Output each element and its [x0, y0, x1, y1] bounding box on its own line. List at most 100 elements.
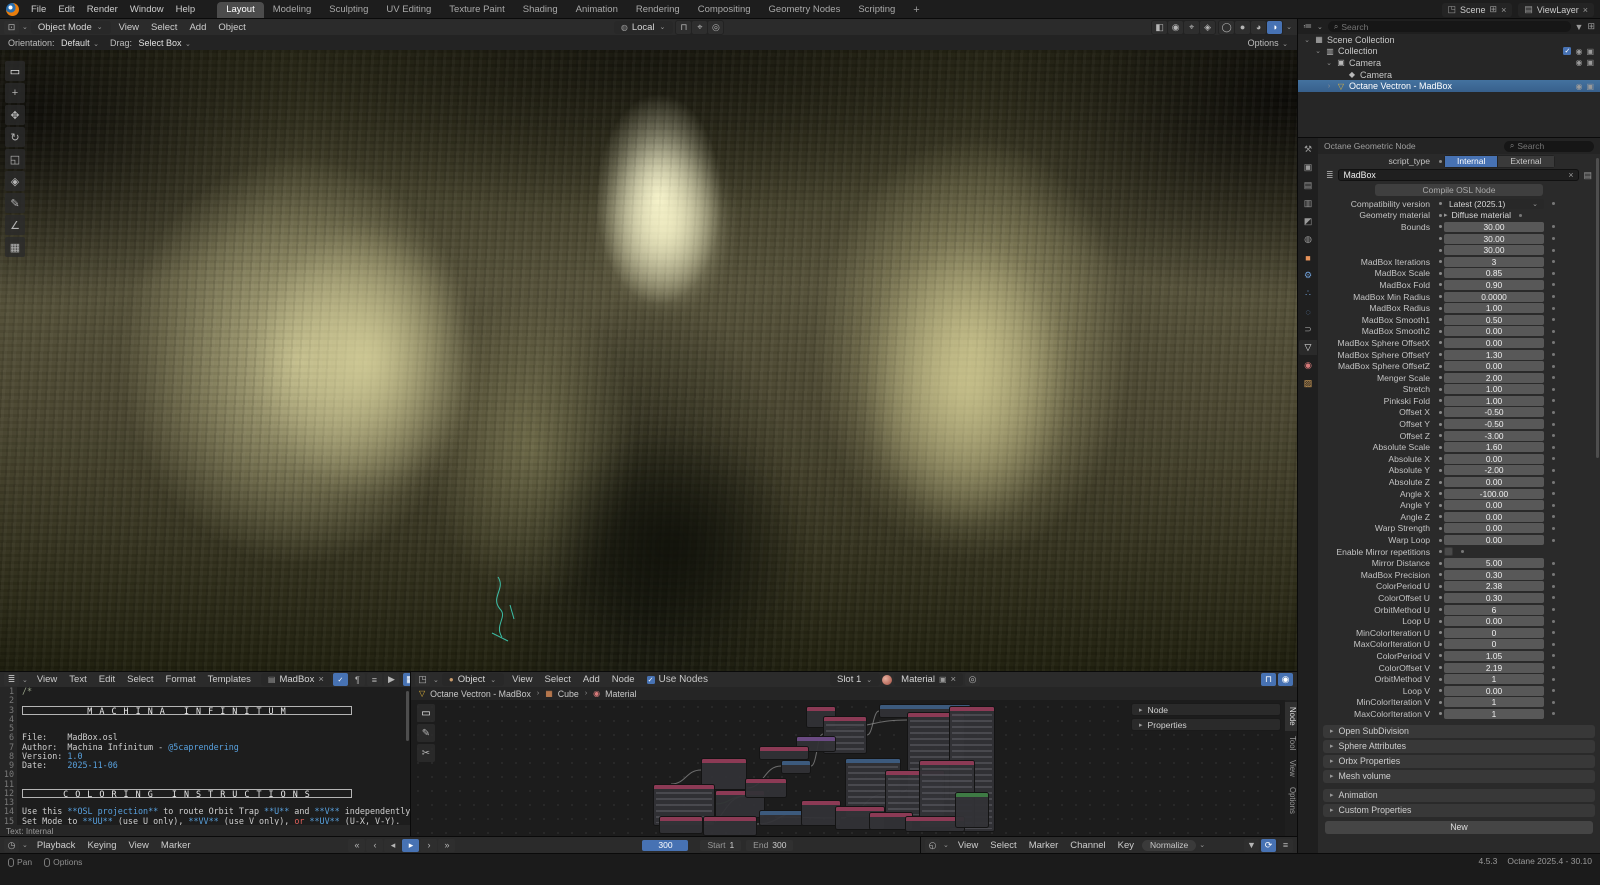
section-orbx-properties[interactable]: ▸Orbx Properties: [1323, 755, 1595, 768]
workspace-tab-geometry-nodes[interactable]: Geometry Nodes: [760, 2, 850, 19]
keyframe-decorator[interactable]: [1544, 701, 1562, 704]
annotate-icon[interactable]: ✎: [417, 724, 435, 742]
properties-tab-world[interactable]: ◍: [1299, 232, 1317, 247]
sidebar-tab-view[interactable]: View: [1285, 755, 1297, 782]
new-scene-icon[interactable]: ⊞: [1490, 4, 1498, 15]
node-menu-node[interactable]: Node: [606, 674, 641, 685]
keyframe-decorator[interactable]: [1544, 573, 1562, 576]
viewport-menu-object[interactable]: Object: [212, 22, 251, 33]
render-viewport-canvas[interactable]: [0, 50, 1297, 671]
filter-icon[interactable]: ▼: [1575, 22, 1584, 32]
jump-end-icon[interactable]: »: [438, 839, 455, 852]
property-value-field[interactable]: 0.90: [1444, 280, 1544, 290]
topbar-menu-help[interactable]: Help: [170, 4, 202, 15]
viewlayer-selector[interactable]: ▤ ViewLayer ×: [1518, 3, 1594, 17]
section-mesh-volume[interactable]: ▸Mesh volume: [1323, 770, 1595, 783]
knife-icon[interactable]: ✂: [417, 744, 435, 762]
editor-type-icon[interactable]: ⊡: [4, 21, 19, 34]
keyframe-decorator[interactable]: [1544, 272, 1562, 275]
run-script-button[interactable]: ▶: [384, 673, 399, 686]
annotate-icon[interactable]: ✎: [5, 193, 25, 213]
keyframe-decorator[interactable]: [1544, 423, 1562, 426]
outliner-row[interactable]: ⌄▣Camera◉▣: [1298, 57, 1600, 69]
word-wrap-icon[interactable]: ¶: [350, 673, 365, 686]
keyframe-decorator[interactable]: [1544, 260, 1562, 263]
text-menu-templates[interactable]: Templates: [202, 674, 257, 685]
wireframe-icon[interactable]: ◯: [1219, 21, 1234, 34]
property-value-field[interactable]: 0.00: [1444, 454, 1544, 464]
text-menu-select[interactable]: Select: [121, 674, 159, 685]
property-value-field[interactable]: 30.00: [1444, 222, 1544, 232]
property-value-field[interactable]: -0.50: [1444, 419, 1544, 429]
property-value-field[interactable]: 0.85: [1444, 268, 1544, 278]
property-value-field[interactable]: 0.00: [1444, 523, 1544, 533]
property-value-field[interactable]: 5.00: [1444, 558, 1544, 568]
proportional-icon[interactable]: ◎: [708, 21, 723, 34]
timeline-menu-view[interactable]: View: [123, 840, 155, 851]
property-value-field[interactable]: -100.00: [1444, 489, 1544, 499]
magnet-icon[interactable]: ⊓: [676, 21, 691, 34]
dopesheet-menu-key[interactable]: Key: [1112, 840, 1140, 851]
property-value-field[interactable]: 0.00: [1444, 535, 1544, 545]
measure-icon[interactable]: ∠: [5, 215, 25, 235]
checkbox-checked-icon[interactable]: ✓: [1563, 47, 1571, 55]
use-nodes-checkbox[interactable]: ✓ Use Nodes: [647, 674, 708, 685]
property-value-field[interactable]: 2.19: [1444, 663, 1544, 673]
shader-type-selector[interactable]: ● Object ⌄: [442, 673, 504, 686]
prev-keyframe-icon[interactable]: ‹: [366, 839, 383, 852]
section-open-subdivision[interactable]: ▸Open SubDivision: [1323, 725, 1595, 738]
osl-name-field[interactable]: MadBox ×: [1338, 169, 1580, 181]
keyframe-decorator[interactable]: [1544, 446, 1562, 449]
remove-viewlayer-icon[interactable]: ×: [1583, 5, 1588, 15]
shader-node[interactable]: [759, 810, 803, 826]
keyframe-decorator[interactable]: [1544, 411, 1562, 414]
keyframe-decorator[interactable]: [1544, 388, 1562, 391]
gizmos-icon[interactable]: ⌖: [1184, 21, 1199, 34]
hide-viewport-eye-icon[interactable]: ◉: [1575, 47, 1582, 56]
new-collection-icon[interactable]: ⊞: [1587, 21, 1595, 32]
sidebar-tab-tool[interactable]: Tool: [1285, 731, 1297, 755]
properties-tab-view-layer[interactable]: ▥: [1299, 196, 1317, 211]
overlays-icon[interactable]: ◉: [1168, 21, 1183, 34]
property-value-field[interactable]: 30.00: [1444, 245, 1544, 255]
next-keyframe-icon[interactable]: ›: [420, 839, 437, 852]
disable-render-camera-icon[interactable]: ▣: [1586, 47, 1594, 56]
property-value-field[interactable]: -3.00: [1444, 431, 1544, 441]
play-icon[interactable]: ▸: [402, 839, 419, 852]
property-value-field[interactable]: 30.00: [1444, 234, 1544, 244]
workspace-tab-texture-paint[interactable]: Texture Paint: [440, 2, 513, 19]
properties-search[interactable]: ⌕: [1504, 141, 1594, 152]
node-menu-add[interactable]: Add: [577, 674, 606, 685]
keyframe-decorator[interactable]: [1544, 678, 1562, 681]
properties-tab-object[interactable]: ■: [1299, 250, 1317, 265]
blender-logo-icon[interactable]: [6, 3, 19, 16]
keyframe-decorator[interactable]: [1544, 712, 1562, 715]
properties-tab-render[interactable]: ▣: [1299, 160, 1317, 175]
sidebar-tab-options[interactable]: Options: [1285, 782, 1297, 819]
keyframe-decorator[interactable]: [1544, 527, 1562, 530]
property-value-field[interactable]: 1: [1444, 697, 1544, 707]
text-menu-edit[interactable]: Edit: [93, 674, 121, 685]
material-icon[interactable]: ◕: [1251, 21, 1266, 34]
keyframe-decorator[interactable]: [1544, 318, 1562, 321]
shader-node[interactable]: [781, 760, 811, 774]
text-menu-text[interactable]: Text: [63, 674, 92, 685]
panel-node[interactable]: ▸Node: [1131, 703, 1281, 716]
property-value-field[interactable]: 0.30: [1444, 593, 1544, 603]
keyframe-decorator[interactable]: [1544, 307, 1562, 310]
editor-type-icon[interactable]: ◵: [925, 839, 940, 852]
transform-icon[interactable]: ◈: [5, 171, 25, 191]
editor-type-icon[interactable]: ◳: [415, 673, 430, 686]
snap-node-icon[interactable]: ⊓: [1261, 673, 1276, 686]
property-value-field[interactable]: 0.00: [1444, 338, 1544, 348]
keyframe-decorator[interactable]: [1544, 666, 1562, 669]
keyframe-decorator[interactable]: [1544, 225, 1562, 228]
properties-tab-tool[interactable]: ⚒: [1299, 142, 1317, 157]
keyframe-decorator[interactable]: [1544, 689, 1562, 692]
properties-tab-data[interactable]: ▽: [1299, 340, 1317, 355]
property-value-field[interactable]: 0: [1444, 639, 1544, 649]
property-value-field[interactable]: 0.00: [1444, 500, 1544, 510]
select-box-icon[interactable]: ▭: [417, 704, 435, 722]
property-value-field[interactable]: 0.30: [1444, 570, 1544, 580]
script-type-internal[interactable]: Internal: [1445, 156, 1497, 167]
